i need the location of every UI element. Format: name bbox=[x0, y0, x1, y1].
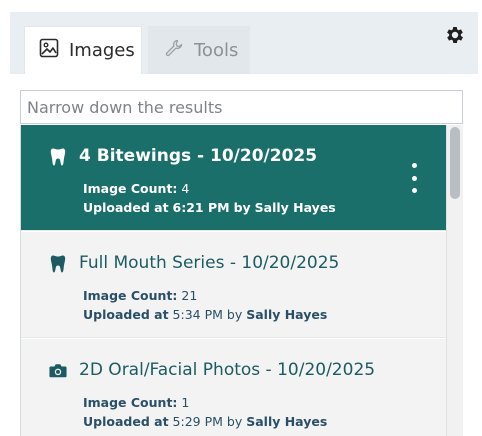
image-count: Image Count: 1 bbox=[83, 395, 190, 410]
upload-info: Uploaded at 6:21 PM by Sally Hayes bbox=[83, 200, 336, 215]
list-item[interactable]: 2D Oral/Facial Photos - 10/20/2025 Image… bbox=[21, 339, 446, 436]
tab-tools[interactable]: Tools bbox=[148, 26, 250, 74]
item-title: 4 Bitewings - 10/20/2025 bbox=[79, 146, 318, 166]
tab-images[interactable]: Images bbox=[24, 26, 142, 74]
tooth-icon bbox=[49, 254, 67, 274]
tab-tools-label: Tools bbox=[194, 39, 239, 61]
image-count: Image Count: 21 bbox=[83, 288, 198, 303]
upload-list: 4 Bitewings - 10/20/2025 Image Count: 4 … bbox=[20, 125, 463, 436]
wrench-icon bbox=[164, 38, 184, 63]
upload-info: Uploaded at 5:34 PM by Sally Hayes bbox=[83, 307, 328, 322]
upload-info: Uploaded at 5:29 PM by Sally Hayes bbox=[83, 414, 328, 429]
camera-icon bbox=[49, 361, 67, 381]
scrollbar-thumb[interactable] bbox=[450, 127, 460, 199]
list-item[interactable]: Full Mouth Series - 10/20/2025 Image Cou… bbox=[21, 232, 446, 338]
image-count: Image Count: 4 bbox=[83, 181, 190, 196]
tooth-icon bbox=[49, 147, 67, 167]
search-input[interactable] bbox=[20, 90, 463, 124]
list-item[interactable]: 4 Bitewings - 10/20/2025 Image Count: 4 … bbox=[21, 125, 446, 231]
scrollbar[interactable] bbox=[446, 125, 463, 436]
image-icon bbox=[39, 38, 59, 63]
more-options-icon[interactable] bbox=[408, 163, 420, 193]
tab-bar: Images Tools bbox=[10, 12, 478, 74]
item-title: 2D Oral/Facial Photos - 10/20/2025 bbox=[79, 360, 376, 380]
tab-images-label: Images bbox=[69, 40, 135, 61]
item-title: Full Mouth Series - 10/20/2025 bbox=[79, 253, 340, 273]
settings-gear-icon[interactable] bbox=[442, 22, 468, 48]
